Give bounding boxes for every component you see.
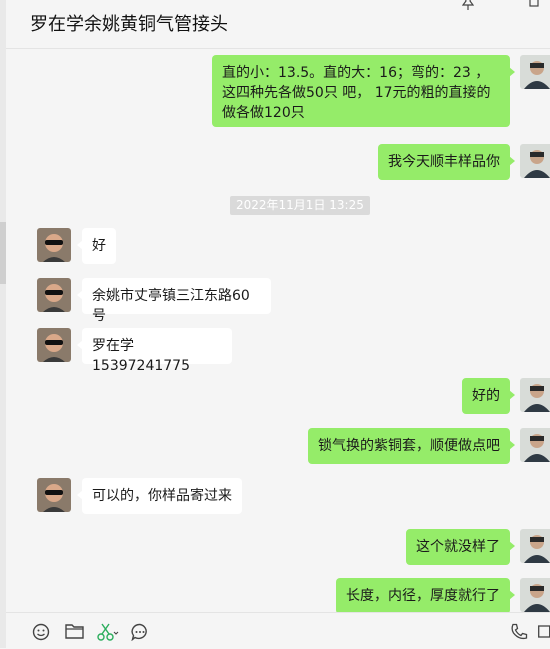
message-bubble-mine[interactable]: 锁气换的紫铜套，顺便做点吧 [308,428,515,464]
my-avatar[interactable] [520,55,550,89]
chat-history-icon[interactable] [131,623,149,645]
message-bubble-contact[interactable]: 罗在学15397241775 [77,328,232,374]
my-avatar[interactable] [520,428,550,462]
contact-avatar[interactable] [37,228,71,262]
message-bubble-contact[interactable]: 好 [77,228,116,264]
emoji-icon[interactable] [32,623,50,645]
input-toolbar [6,612,550,649]
scissors-icon[interactable] [97,623,119,645]
message-bubble-contact[interactable]: 余姚市丈亭镇三江东路60号 [77,278,271,324]
contact-avatar[interactable] [37,328,71,362]
message-bubble-mine[interactable]: 好的 [462,378,515,414]
more-icon[interactable] [528,0,540,12]
my-avatar[interactable] [520,529,550,563]
my-avatar[interactable] [520,378,550,412]
contact-avatar[interactable] [37,478,71,512]
my-avatar[interactable] [520,578,550,612]
my-avatar[interactable] [520,144,550,178]
chat-header: 罗在学余姚黄铜气管接头 [6,0,550,49]
message-bubble-contact[interactable]: 可以的，你样品寄过来 [77,478,242,514]
video-icon[interactable] [538,623,550,643]
message-bubble-mine[interactable]: 我今天顺丰样品你 [378,144,515,180]
folder-icon[interactable] [65,623,84,644]
message-bubble-mine[interactable]: 这个就没样了 [406,529,515,565]
contact-avatar[interactable] [37,278,71,312]
pin-icon[interactable] [461,0,475,15]
phone-icon[interactable] [510,623,528,645]
message-list[interactable]: 直的小：13.5。直的大：16；弯的：23 ，这四种先各做50只 吧， 17元的… [6,49,550,612]
chat-timestamp: 2022年11月1日 13:25 [230,196,370,215]
message-bubble-mine[interactable]: 直的小：13.5。直的大：16；弯的：23 ，这四种先各做50只 吧， 17元的… [212,55,515,127]
message-bubble-mine[interactable]: 长度，内径，厚度就行了 [336,578,515,612]
chat-title: 罗在学余姚黄铜气管接头 [30,14,228,35]
